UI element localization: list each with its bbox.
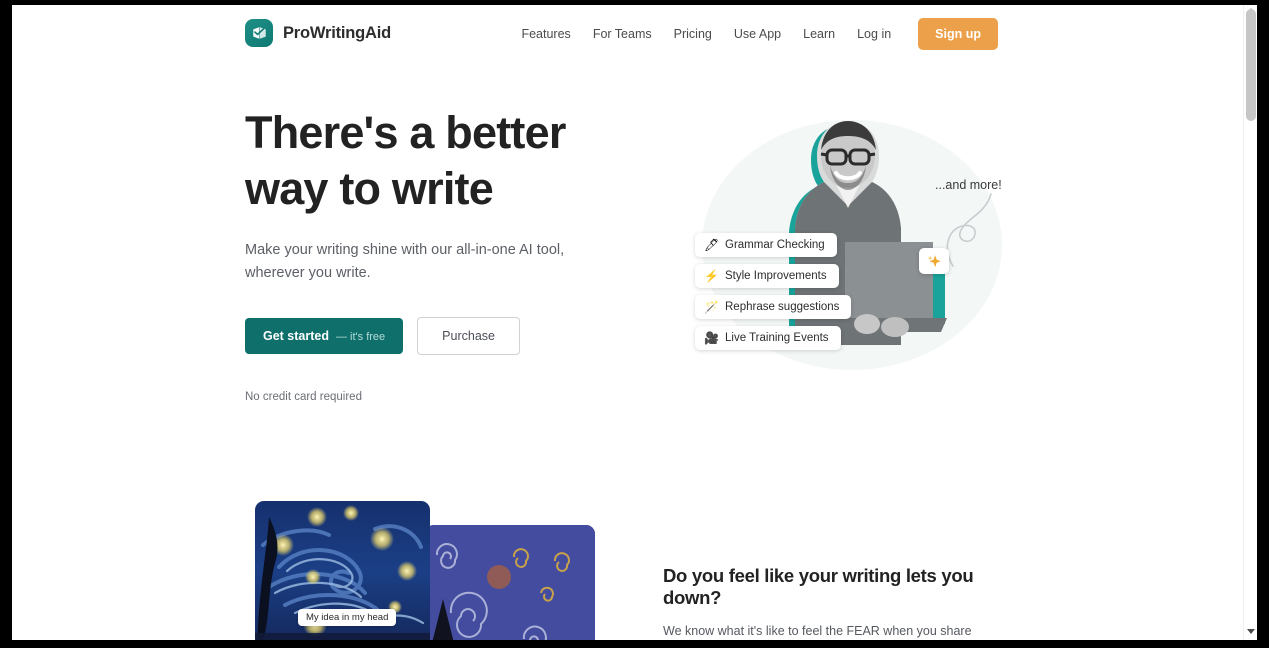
get-started-suffix: — it's free xyxy=(336,331,386,343)
feature-pill-style-improvements: ⚡ Style Improvements xyxy=(695,264,839,288)
page-viewport: ProWritingAid Features For Teams Pricing… xyxy=(12,5,1257,640)
get-started-button[interactable]: Get started — it's free xyxy=(245,318,404,354)
browser-window: ProWritingAid Features For Teams Pricing… xyxy=(0,0,1269,648)
nav-link-learn[interactable]: Learn xyxy=(792,20,846,48)
site-header: ProWritingAid Features For Teams Pricing… xyxy=(12,5,1243,62)
nav-link-features[interactable]: Features xyxy=(510,20,581,48)
feature-pill-live-training-events: 🎥 Live Training Events xyxy=(695,326,841,350)
get-started-label: Get started xyxy=(263,329,329,343)
feature-label: Live Training Events xyxy=(725,332,829,344)
nav-link-use-app[interactable]: Use App xyxy=(723,20,792,48)
hero-title-line-1: There's a better xyxy=(245,107,566,158)
hero-cta-group: Get started — it's free Purchase xyxy=(245,317,645,355)
section-body: We know what it's like to feel the FEAR … xyxy=(663,624,972,638)
lightning-bolt-icon: ⚡ xyxy=(704,269,719,283)
feature-label: Grammar Checking xyxy=(725,239,825,251)
movie-camera-icon: 🎥 xyxy=(704,331,719,345)
no-credit-card-note: No credit card required xyxy=(245,391,362,403)
hero-title-line-2: way to write xyxy=(245,163,494,214)
hero-copy: There's a better way to write Make your … xyxy=(245,105,645,403)
hero-illustration: ...and more! 🖊 Grammar Checking ⚡ Style … xyxy=(667,100,1027,390)
page-scrollbar[interactable] xyxy=(1243,5,1257,640)
and-more-annotation: ...and more! xyxy=(935,178,1002,192)
page-title: There's a better way to write xyxy=(245,105,645,217)
book-checkmark-icon xyxy=(245,19,273,47)
feature-pill-list: 🖊 Grammar Checking ⚡ Style Improvements … xyxy=(695,233,852,350)
feature-pill-rephrase-suggestions: 🪄 Rephrase suggestions xyxy=(695,295,852,319)
doodle-painting-image xyxy=(425,525,595,640)
feature-pill-grammar-checking: 🖊 Grammar Checking xyxy=(695,233,837,257)
pen-icon: 🖊 xyxy=(704,238,720,252)
chevron-down-icon[interactable] xyxy=(1247,629,1255,637)
brand-logo[interactable]: ProWritingAid xyxy=(245,19,391,47)
nav-link-log-in[interactable]: Log in xyxy=(846,20,902,48)
nav-link-pricing[interactable]: Pricing xyxy=(663,20,723,48)
main-navigation: Features For Teams Pricing Use App Learn… xyxy=(510,18,998,50)
nav-link-for-teams[interactable]: For Teams xyxy=(582,20,663,48)
feature-label: Rephrase suggestions xyxy=(725,301,840,313)
hero-subtitle: Make your writing shine with our all-in-… xyxy=(245,242,565,281)
section-title: Do you feel like your writing lets you d… xyxy=(663,565,974,608)
image-caption: My idea in my head xyxy=(298,609,397,626)
lower-section-copy: Do you feel like your writing lets you d… xyxy=(663,565,1013,640)
purchase-button[interactable]: Purchase xyxy=(417,317,520,355)
scrollbar-thumb[interactable] xyxy=(1246,9,1256,121)
sign-up-button[interactable]: Sign up xyxy=(918,18,998,50)
feature-label: Style Improvements xyxy=(725,270,827,282)
comparison-images: My idea in my head xyxy=(245,497,605,640)
magic-wand-icon: 🪄 xyxy=(704,300,719,314)
sparkles-icon xyxy=(919,248,949,274)
brand-name: ProWritingAid xyxy=(283,23,392,42)
